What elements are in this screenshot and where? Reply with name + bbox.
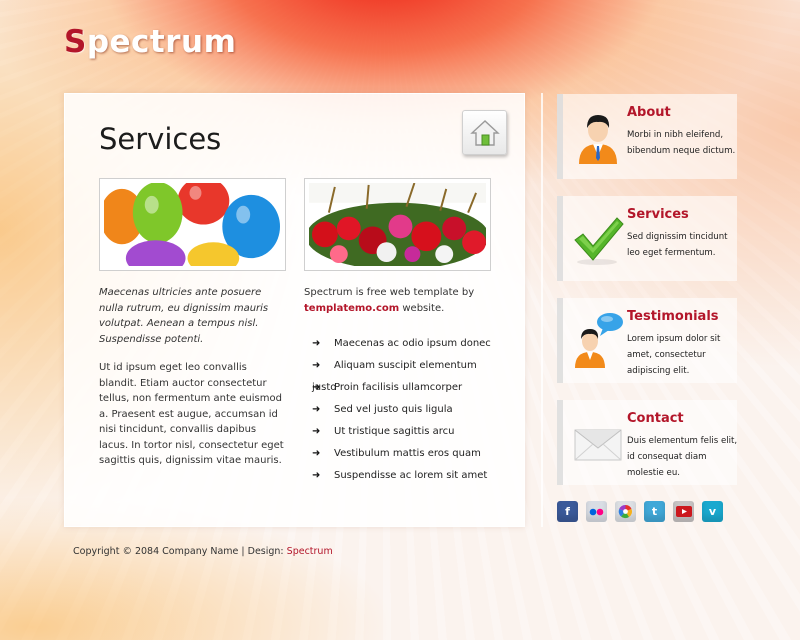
list-item-text: Maecenas ac odio ipsum donec <box>334 338 491 349</box>
twitter-icon[interactable]: t <box>644 501 665 522</box>
sidebar-box-services[interactable]: Services Sed dignissim tincidunt leo ege… <box>557 196 737 281</box>
list-item: ➜ Ut tristique sagittis arcu <box>312 421 499 443</box>
footer: Copyright © 2084 Company Name | Design: … <box>73 546 333 557</box>
list-item-text: Ut tristique sagittis arcu <box>334 426 455 437</box>
sidebar-about-title: About <box>627 105 671 120</box>
intro-italic-text: Maecenas ultricies ante posuere nulla ru… <box>99 287 269 345</box>
services-left-column: Maecenas ultricies ante posuere nulla ru… <box>99 285 285 469</box>
arrow-right-icon: ➜ <box>312 470 321 481</box>
sidebar-services-text: Sed dignissim tincidunt leo eget ferment… <box>627 232 728 258</box>
facebook-icon[interactable]: f <box>557 501 578 522</box>
list-item-text: Proin facilisis ullamcorper <box>334 382 463 393</box>
arrow-right-icon: ➜ <box>312 360 321 371</box>
sidebar-contact-title: Contact <box>627 411 684 426</box>
sidebar-about-text: Morbi in nibh eleifend, bibendum neque d… <box>627 130 736 156</box>
list-item-text: Suspendisse ac lorem sit amet <box>334 470 488 481</box>
design-credit-link[interactable]: Spectrum <box>287 546 333 557</box>
list-item: ➜ Aliquam suscipit elementum justo <box>312 355 499 393</box>
balloons-image <box>99 178 286 271</box>
logo-initial: S <box>64 24 87 60</box>
sidebar-testimonials-title: Testimonials <box>627 309 719 324</box>
user-icon <box>571 106 625 166</box>
main-content-panel: Services Maecenas ultricies ante posuere… <box>64 93 525 527</box>
list-item: ➜ Proin facilisis ullamcorper <box>312 377 499 399</box>
flickr-icon[interactable] <box>586 501 607 522</box>
flowers-image <box>304 178 491 271</box>
list-item: ➜ Sed vel justo quis ligula <box>312 399 499 421</box>
social-icons: f t v <box>557 501 723 522</box>
arrow-right-icon: ➜ <box>312 426 321 437</box>
arrow-right-icon: ➜ <box>312 404 321 415</box>
sidebar-testimonials-text: Lorem ipsum dolor sit amet, consectetur … <box>627 334 721 376</box>
copyright-text: Copyright © 2084 Company Name | Design: <box>73 546 284 557</box>
services-list: ➜ Maecenas ac odio ipsum donec ➜ Aliquam s… <box>312 333 499 487</box>
sidebar-services-title: Services <box>627 207 689 222</box>
logo-text: pectrum <box>86 24 237 60</box>
list-item: ➜ Suspendisse ac lorem sit amet <box>312 465 499 487</box>
arrow-right-icon: ➜ <box>312 448 321 459</box>
envelope-icon <box>571 412 625 472</box>
credit-text-before: Spectrum is free web template by <box>304 287 475 298</box>
sidebar-box-testimonials[interactable]: Testimonials Lorem ipsum dolor sit amet,… <box>557 298 737 383</box>
list-item: ➜ Vestibulum mattis eros quam <box>312 443 499 465</box>
page-title: Services <box>99 122 222 156</box>
arrow-right-icon: ➜ <box>312 338 321 349</box>
intro-body-text: Ut id ipsum eget leo convallis blandit. … <box>99 362 284 466</box>
templatemo-link[interactable]: templatemo.com <box>304 303 399 314</box>
checkmark-icon <box>571 208 625 268</box>
youtube-icon[interactable] <box>673 501 694 522</box>
list-item: ➜ Maecenas ac odio ipsum donec <box>312 333 499 355</box>
list-item-text: Sed vel justo quis ligula <box>334 404 453 415</box>
vimeo-icon[interactable]: v <box>702 501 723 522</box>
list-item-text: Vestibulum mattis eros quam <box>334 448 481 459</box>
sidebar-box-contact[interactable]: Contact Duis elementum felis elit, id co… <box>557 400 737 485</box>
services-right-column: Spectrum is free web template by templat… <box>304 285 499 487</box>
credit-text-after: website. <box>402 303 445 314</box>
sidebar-contact-text: Duis elementum felis elit, id consequat … <box>627 436 738 478</box>
template-credit-text: Spectrum is free web template by templat… <box>304 285 499 317</box>
column-divider <box>541 93 543 527</box>
speech-user-icon <box>571 310 625 370</box>
picasa-icon[interactable] <box>615 501 636 522</box>
site-logo[interactable]: Spectrum <box>64 24 236 60</box>
sidebar-box-about[interactable]: About Morbi in nibh eleifend, bibendum n… <box>557 94 737 179</box>
home-icon[interactable] <box>462 110 507 155</box>
arrow-right-icon: ➜ <box>312 382 321 393</box>
